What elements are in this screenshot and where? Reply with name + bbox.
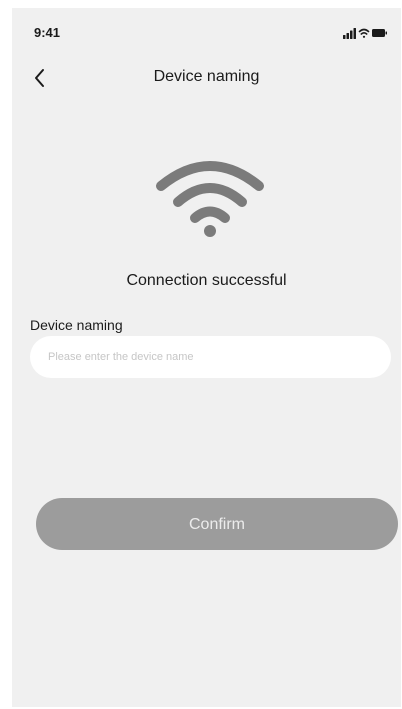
status-bar: 9:41 (12, 8, 401, 48)
battery-icon (372, 29, 387, 37)
device-name-label: Device naming (30, 317, 123, 333)
page-title: Device naming (153, 68, 260, 85)
nav-bar: Device naming (12, 58, 401, 98)
wifi-icon (156, 161, 264, 237)
connection-status-message: Connection successful (126, 272, 287, 289)
app-screen: 9:41 Device naming Connection successful… (12, 8, 401, 707)
signal-icon (343, 28, 356, 39)
status-icons (343, 27, 387, 39)
status-time: 9:41 (34, 25, 61, 40)
wifi-small-icon (358, 28, 370, 38)
confirm-button[interactable]: Confirm (36, 498, 398, 550)
device-name-input[interactable] (30, 336, 391, 378)
